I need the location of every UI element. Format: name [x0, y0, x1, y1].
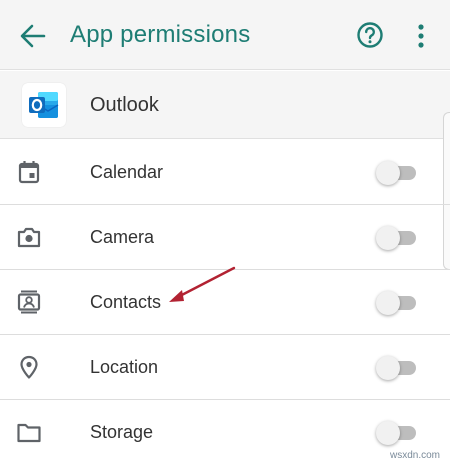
contacts-toggle[interactable] — [376, 291, 418, 315]
permission-row-calendar[interactable]: Calendar — [0, 140, 450, 205]
toggle-thumb — [376, 356, 400, 380]
location-pin-icon — [20, 355, 38, 379]
toggle-thumb — [376, 161, 400, 185]
permission-label: Camera — [90, 227, 155, 247]
watermark: wsxdn.com — [390, 450, 441, 461]
camera-icon — [17, 227, 41, 248]
help-button[interactable] — [356, 21, 384, 49]
arrow-left-icon — [20, 24, 46, 48]
help-circle-icon — [357, 22, 383, 48]
permission-label: Contacts — [90, 292, 162, 312]
location-toggle[interactable] — [376, 356, 418, 380]
permission-row-location[interactable]: Location — [0, 335, 450, 400]
more-vert-icon — [418, 24, 424, 48]
permissions-list: Calendar Camera Contacts Location Storag… — [0, 140, 450, 463]
permission-label: Storage — [90, 422, 154, 442]
more-options-button[interactable] — [414, 22, 428, 50]
permission-row-contacts[interactable]: Contacts — [0, 270, 450, 335]
permission-row-storage[interactable]: Storage — [0, 400, 450, 463]
app-info-header: Outlook — [0, 71, 450, 139]
app-bar: App permissions — [0, 0, 450, 70]
calendar-icon — [18, 161, 40, 184]
toggle-thumb — [376, 226, 400, 250]
permission-label: Location — [90, 357, 159, 377]
camera-toggle[interactable] — [376, 226, 418, 250]
outlook-logo-icon — [22, 83, 66, 127]
contacts-icon — [17, 290, 41, 314]
back-button[interactable] — [18, 22, 48, 50]
calendar-toggle[interactable] — [376, 161, 418, 185]
app-name: Outlook — [90, 94, 159, 116]
storage-toggle[interactable] — [376, 421, 418, 445]
toggle-thumb — [376, 291, 400, 315]
folder-icon — [17, 423, 41, 443]
permission-row-camera[interactable]: Camera — [0, 205, 450, 270]
page-title: App permissions — [70, 21, 251, 48]
toggle-thumb — [376, 421, 400, 445]
permission-label: Calendar — [90, 162, 164, 182]
